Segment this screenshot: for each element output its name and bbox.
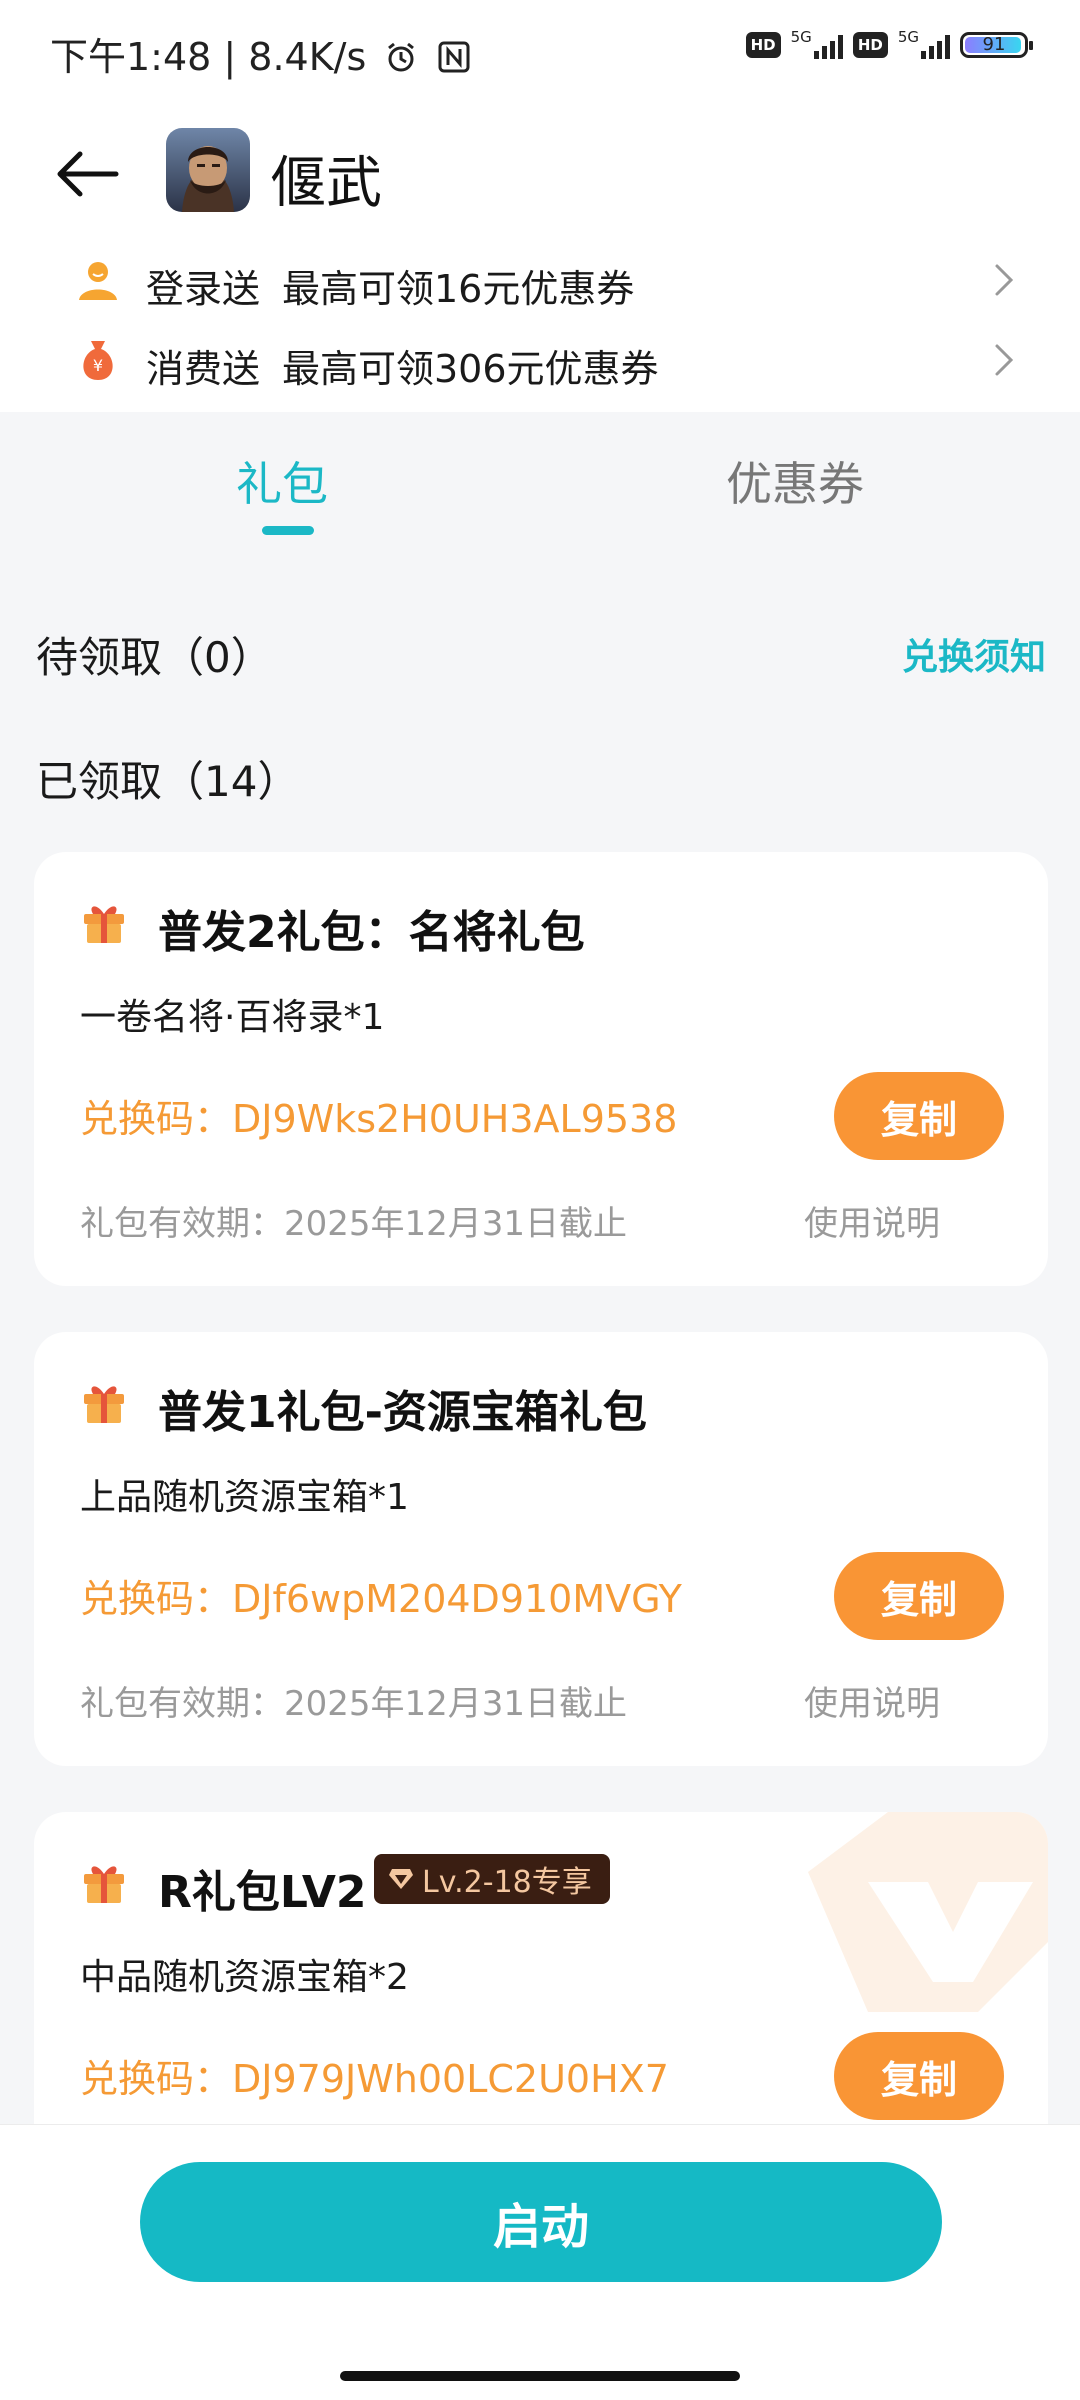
hd-badge-2: HD [852, 31, 888, 58]
usage-instructions-link[interactable]: 使用说明 [804, 1196, 940, 1245]
status-icons: HD 5G HD 5G 91 [745, 30, 1033, 59]
signal-2: 5G [898, 30, 950, 59]
launch-button[interactable]: 启动 [140, 2162, 942, 2282]
gift-content: 中品随机资源宝箱*2 [80, 1957, 409, 1998]
copy-button[interactable]: 复制 [834, 1072, 1004, 1160]
home-indicator[interactable] [340, 2371, 740, 2381]
person-icon [79, 262, 117, 300]
code-value: DJ9Wks2H0UH3AL9538 [232, 1097, 678, 1141]
gift-validity: 礼包有效期：2025年12月31日截止 [80, 1204, 628, 1244]
promo-login-row[interactable]: 登录送 最高可领16元优惠券 [76, 250, 1016, 311]
claimed-section-title: 已领取（14） [36, 757, 300, 806]
money-bag-icon: ¥ [83, 341, 113, 380]
copy-button[interactable]: 复制 [834, 1552, 1004, 1640]
level-badge-text: Lv.2-18专享 [422, 1865, 592, 1900]
promo-spend-desc: 最高可领306元优惠券 [282, 347, 659, 391]
signal-bars-icon [921, 35, 950, 59]
code-value: DJ979JWh00LC2U0HX7 [232, 2057, 669, 2101]
promo-spend-label: 消费送 [146, 347, 261, 391]
gift-content: 一卷名将·百将录*1 [80, 997, 385, 1038]
code-label: 兑换码： [80, 2057, 233, 2101]
gift-card: 普发2礼包：名将礼包 一卷名将·百将录*1 兑换码：DJ9Wks2H0UH3AL… [34, 852, 1048, 1286]
gift-icon [84, 906, 124, 943]
copy-button[interactable]: 复制 [834, 2032, 1004, 2120]
tab-gifts[interactable]: 礼包 [236, 448, 328, 514]
nfc-icon [438, 41, 470, 73]
gift-icon [84, 1866, 124, 1903]
gift-card: R礼包LV2 Lv.2-18专享 中品随机资源宝箱*2 兑换码：DJ979JWh… [34, 1812, 1048, 2172]
network-label-2: 5G [897, 28, 919, 46]
bottom-bar: 启动 [0, 2124, 1080, 2400]
battery-icon: 91 [960, 31, 1033, 58]
game-title: 偃武 [270, 151, 382, 216]
tab-coupons[interactable]: 优惠券 [726, 448, 864, 514]
svg-text:¥: ¥ [93, 356, 103, 375]
status-time: 下午1:48 | 8.4K/s [50, 26, 470, 81]
signal-bars-icon [813, 35, 843, 59]
gift-title: 普发2礼包：名将礼包 [158, 907, 585, 958]
usage-instructions-link[interactable]: 使用说明 [804, 1676, 940, 1725]
battery-level: 91 [982, 33, 1006, 55]
pending-section-title: 待领取（0） [36, 633, 273, 682]
exchange-notice-link[interactable]: 兑换须知 [902, 628, 1046, 680]
status-bar: 下午1:48 | 8.4K/s HD 5G HD 5G 91 [0, 0, 1080, 100]
back-arrow-icon[interactable] [56, 150, 120, 198]
tab-active-indicator [262, 526, 314, 535]
redeem-code[interactable]: 兑换码：DJ979JWh00LC2U0HX7 [80, 2048, 669, 2103]
game-avatar-icon [166, 128, 250, 212]
gift-content: 上品随机资源宝箱*1 [80, 1477, 409, 1518]
gift-validity: 礼包有效期：2025年12月31日截止 [80, 1684, 628, 1724]
battery-cap [1029, 40, 1033, 50]
alarm-icon [388, 42, 415, 72]
gift-card: 普发1礼包-资源宝箱礼包 上品随机资源宝箱*1 兑换码：DJf6wpM204D9… [34, 1332, 1048, 1766]
code-label: 兑换码： [80, 1577, 233, 1621]
promo-spend-row[interactable]: ¥ 消费送 最高可领306元优惠券 [76, 330, 1016, 391]
redeem-code[interactable]: 兑换码：DJf6wpM204D910MVGY [80, 1568, 682, 1623]
level-badge: Lv.2-18专享 [374, 1854, 610, 1904]
network-label-1: 5G [790, 28, 812, 46]
promo-login-desc: 最高可领16元优惠券 [282, 267, 635, 311]
promo-login-label: 登录送 [146, 267, 261, 311]
chevron-right-icon [995, 344, 1014, 376]
code-value: DJf6wpM204D910MVGY [232, 1577, 682, 1621]
code-label: 兑换码： [80, 1097, 233, 1141]
gift-title: R礼包LV2 [158, 1867, 367, 1918]
gift-icon [84, 1386, 124, 1423]
signal-1: 5G [791, 30, 843, 59]
diamond-icon [389, 1869, 413, 1889]
gift-title: 普发1礼包-资源宝箱礼包 [158, 1387, 647, 1438]
chevron-right-icon [995, 264, 1014, 296]
hd-badge: HD [745, 31, 781, 58]
vip-watermark-icon [808, 1812, 1048, 2012]
redeem-code[interactable]: 兑换码：DJ9Wks2H0UH3AL9538 [80, 1088, 677, 1143]
